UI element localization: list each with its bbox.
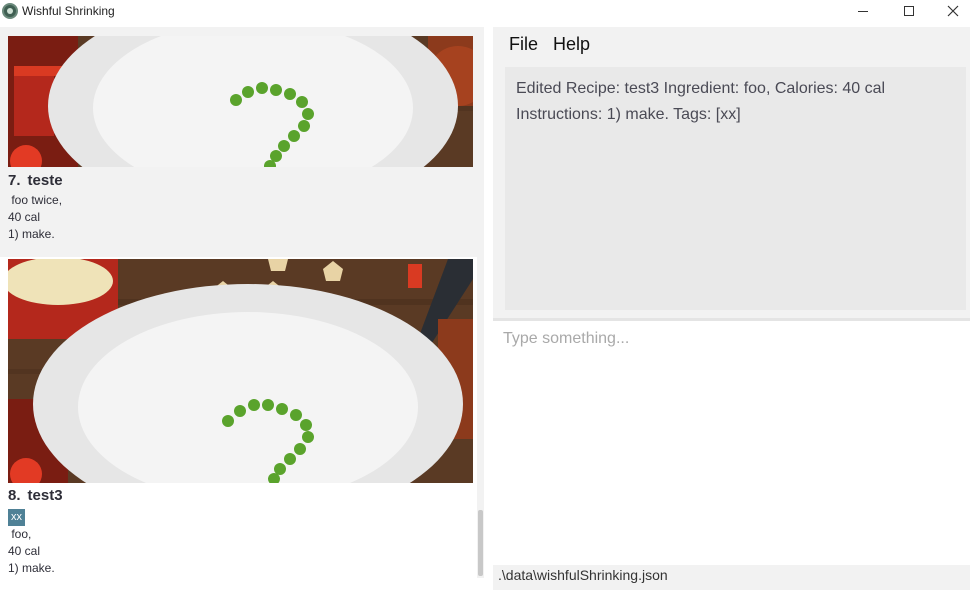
- status-bar: .\data\wishfulShrinking.json: [493, 565, 970, 590]
- scrollbar-thumb[interactable]: [478, 510, 483, 576]
- window-title: Wishful Shrinking: [22, 4, 115, 18]
- recipe-list-scrollbar[interactable]: [477, 27, 484, 578]
- close-icon: [947, 5, 959, 17]
- recipe-instructions: 1) make.: [8, 227, 55, 241]
- maximize-button[interactable]: [886, 0, 932, 22]
- close-button[interactable]: [930, 0, 970, 22]
- menu-bar: File Help: [493, 27, 970, 63]
- app-logo-icon: [2, 3, 18, 19]
- recipe-image: [8, 36, 473, 167]
- recipe-ingredients: foo twice,: [8, 193, 63, 207]
- title-bar: Wishful Shrinking: [0, 0, 970, 22]
- maximize-icon: [904, 6, 914, 16]
- recipe-image: [8, 259, 473, 483]
- menu-file[interactable]: File: [509, 34, 538, 55]
- recipe-tag: xx: [8, 509, 25, 526]
- recipe-name: teste: [27, 172, 63, 189]
- recipe-card[interactable]: 8. test3 xx foo, 40 cal 1) make.: [0, 257, 477, 578]
- result-message: Edited Recipe: test3 Ingredient: foo, Ca…: [516, 80, 886, 123]
- recipe-calories: 40 cal: [8, 544, 41, 558]
- result-display: Edited Recipe: test3 Ingredient: foo, Ca…: [505, 67, 966, 310]
- recipe-title: 7. teste: [8, 172, 63, 189]
- recipe-index: 8.: [8, 487, 21, 504]
- recipe-index: 7.: [8, 172, 21, 189]
- command-input[interactable]: [503, 326, 958, 352]
- recipe-calories: 40 cal: [8, 210, 41, 224]
- recipe-card[interactable]: 7. teste foo twice, 40 cal 1) make.: [0, 27, 477, 257]
- recipe-title: 8. test3: [8, 487, 63, 504]
- menu-help[interactable]: Help: [553, 34, 590, 55]
- command-box: [493, 321, 970, 565]
- data-file-path: .\data\wishfulShrinking.json: [498, 567, 668, 583]
- minimize-icon: [858, 10, 868, 12]
- recipe-name: test3: [27, 487, 63, 504]
- recipe-ingredients: foo,: [8, 527, 32, 541]
- minimize-button[interactable]: [840, 0, 886, 22]
- recipe-instructions: 1) make.: [8, 561, 55, 575]
